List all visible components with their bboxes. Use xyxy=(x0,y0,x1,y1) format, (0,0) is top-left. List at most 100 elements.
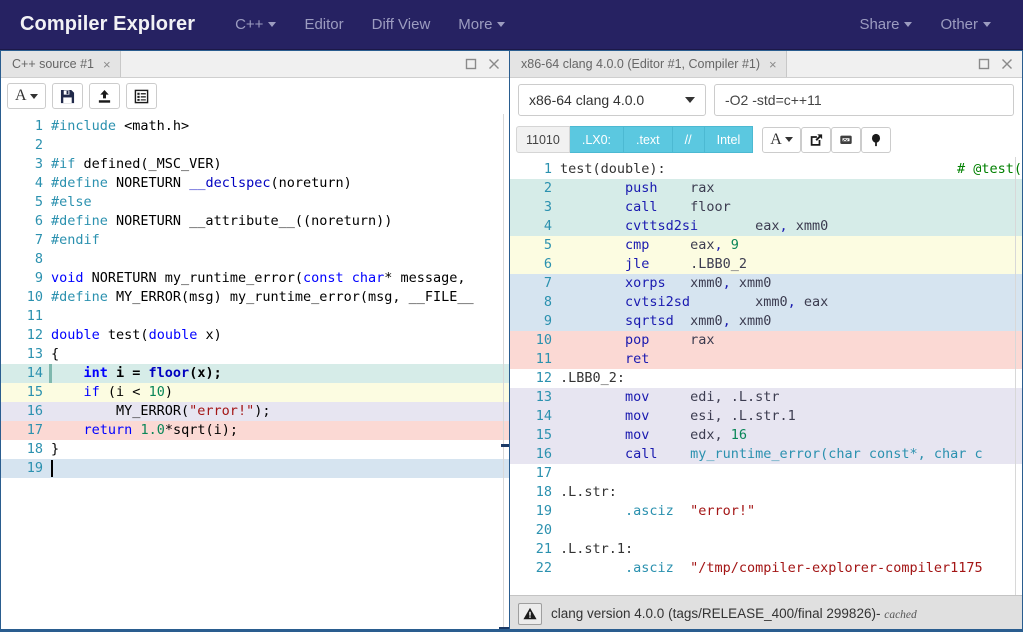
asm-line[interactable]: 11 ret xyxy=(510,350,1022,369)
asm-line[interactable]: 13 mov edi, .L.str xyxy=(510,388,1022,407)
close-icon[interactable]: × xyxy=(769,58,777,71)
source-line[interactable]: 8 xyxy=(1,250,509,269)
nav-language[interactable]: C++ xyxy=(221,10,290,39)
font-size-button[interactable]: A xyxy=(762,126,801,153)
font-size-button[interactable]: A xyxy=(7,83,46,109)
output-button[interactable] xyxy=(830,126,861,153)
code-text: { xyxy=(51,346,60,362)
asm-line[interactable]: 9 sqrtsd xmm0, xmm0 xyxy=(510,312,1022,331)
line-number: 12 xyxy=(26,327,43,343)
brand-title[interactable]: Compiler Explorer xyxy=(20,13,195,36)
asm-line[interactable]: 4 cvttsd2si eax, xmm0 xyxy=(510,217,1022,236)
asm-line[interactable]: 5 cmp eax, 9 xyxy=(510,236,1022,255)
nav-other[interactable]: Other xyxy=(926,10,1005,39)
line-number: 16 xyxy=(535,446,552,462)
filter-directives[interactable]: .text xyxy=(624,126,673,153)
line-number: 2 xyxy=(543,180,552,196)
asm-line[interactable]: 3 call floor xyxy=(510,198,1022,217)
code-text: sqrtsd xmm0, xmm0 xyxy=(625,313,772,329)
binary-mode-button[interactable]: 11010 xyxy=(516,126,570,153)
asm-line[interactable]: 10 pop rax xyxy=(510,331,1022,350)
source-line[interactable]: 13 { xyxy=(1,345,509,364)
asm-line[interactable]: 22 .asciz "/tmp/compiler-explorer-compil… xyxy=(510,559,1022,578)
asm-line[interactable]: 19 .asciz "error!" xyxy=(510,502,1022,521)
templates-button[interactable] xyxy=(125,83,157,109)
nav-more[interactable]: More xyxy=(444,10,519,39)
source-line[interactable]: 10 #define MY_ERROR(msg) my_runtime_error… xyxy=(1,288,509,307)
source-line[interactable]: 18} xyxy=(1,440,509,459)
source-line[interactable]: 19 xyxy=(1,459,509,478)
code-text: #else xyxy=(51,194,92,210)
asm-line[interactable]: 21 .L.str.1: xyxy=(510,540,1022,559)
open-in-new-window-button[interactable] xyxy=(800,126,831,153)
source-line[interactable]: 6 #define NORETURN __attribute__((noretur… xyxy=(1,212,509,231)
asm-line[interactable]: 14 mov esi, .L.str.1 xyxy=(510,407,1022,426)
source-line[interactable]: 14 int i = floor(x); xyxy=(1,364,509,383)
line-number: 11 xyxy=(535,351,552,367)
close-icon[interactable] xyxy=(488,58,500,70)
source-line[interactable]: 5 #else xyxy=(1,193,509,212)
code-text: ret xyxy=(625,351,650,367)
assembly-output[interactable]: 1 test(double): # @test(2 push rax 3 call f… xyxy=(510,157,1022,595)
asm-line[interactable]: 16 call my_runtime_error(char const*, ch… xyxy=(510,445,1022,464)
asm-line[interactable]: 18 .L.str: xyxy=(510,483,1022,502)
font-size-icon: A xyxy=(770,130,782,148)
asm-line[interactable]: 12 .LBB0_2: xyxy=(510,369,1022,388)
code-text: .asciz "error!" xyxy=(625,503,756,519)
assembly-ruler xyxy=(1015,157,1016,595)
source-line[interactable]: 7 #endif xyxy=(1,231,509,250)
asm-line[interactable]: 7 xorps xmm0, xmm0 xyxy=(510,274,1022,293)
source-line[interactable]: 1 #include <math.h> xyxy=(1,117,509,136)
ast-tree-button[interactable] xyxy=(860,126,891,153)
line-number: 15 xyxy=(535,427,552,443)
save-button[interactable] xyxy=(51,83,83,109)
line-number: 21 xyxy=(535,541,552,557)
code-text: #define MY_ERROR(msg) my_runtime_error(m… xyxy=(51,289,474,305)
compiler-window-buttons xyxy=(978,51,1022,77)
chevron-down-icon xyxy=(784,137,793,142)
source-line[interactable]: 4 #define NORETURN __declspec(noreturn) xyxy=(1,174,509,193)
filter-labels[interactable]: .LX0: xyxy=(569,126,625,153)
editor-scroll-indicator[interactable] xyxy=(501,444,509,447)
source-code-editor[interactable]: 1 #include <math.h> 2 3 #if defined(_MSC_VER… xyxy=(1,114,509,631)
status-message: clang version 4.0.0 (tags/RELEASE_400/fi… xyxy=(551,606,917,621)
code-text: .asciz "/tmp/compiler-explorer-compiler1… xyxy=(625,560,983,576)
nav-diff-view[interactable]: Diff View xyxy=(358,10,445,39)
line-number: 4 xyxy=(34,175,43,191)
compiler-select[interactable]: x86-64 clang 4.0.0 xyxy=(518,84,706,116)
line-number: 1 xyxy=(543,161,552,177)
nav-editor[interactable]: Editor xyxy=(290,10,357,39)
asm-line[interactable]: 15 mov edx, 16 xyxy=(510,426,1022,445)
source-line[interactable]: 17 return 1.0*sqrt(i); xyxy=(1,421,509,440)
close-icon[interactable]: × xyxy=(103,58,111,71)
nav-share[interactable]: Share xyxy=(845,10,926,39)
line-number: 4 xyxy=(543,218,552,234)
source-line[interactable]: 16 MY_ERROR("error!"); xyxy=(1,402,509,421)
nav-language-label: C++ xyxy=(235,16,264,33)
line-number: 9 xyxy=(34,270,43,286)
compiler-tab[interactable]: x86-64 clang 4.0.0 (Editor #1, Compiler … xyxy=(510,51,787,77)
warning-icon[interactable] xyxy=(518,602,542,625)
asm-line[interactable]: 20 xyxy=(510,521,1022,540)
filter-comments[interactable]: // xyxy=(672,126,705,153)
nav-share-label: Share xyxy=(859,16,900,33)
source-line[interactable]: 11 xyxy=(1,307,509,326)
asm-line[interactable]: 6 jle .LBB0_2 xyxy=(510,255,1022,274)
source-line[interactable]: 9 void NORETURN my_runtime_error(const ch… xyxy=(1,269,509,288)
asm-line[interactable]: 8 cvtsi2sd xmm0, eax xyxy=(510,293,1022,312)
source-line[interactable]: 2 xyxy=(1,136,509,155)
maximize-icon[interactable] xyxy=(465,58,477,70)
asm-line[interactable]: 2 push rax xyxy=(510,179,1022,198)
asm-line[interactable]: 17 xyxy=(510,464,1022,483)
asm-line[interactable]: 1 test(double): # @test( xyxy=(510,160,1022,179)
load-button[interactable] xyxy=(88,83,120,109)
editor-tab[interactable]: C++ source #1 × xyxy=(1,51,121,77)
source-line[interactable]: 12 double test(double x) xyxy=(1,326,509,345)
maximize-icon[interactable] xyxy=(978,58,990,70)
close-icon[interactable] xyxy=(1001,58,1013,70)
source-line[interactable]: 3 #if defined(_MSC_VER) xyxy=(1,155,509,174)
filter-intel-syntax[interactable]: Intel xyxy=(704,126,754,153)
line-number: 7 xyxy=(543,275,552,291)
source-line[interactable]: 15 if (i < 10) xyxy=(1,383,509,402)
compiler-options-input[interactable]: -O2 -std=c++11 xyxy=(714,84,1014,116)
